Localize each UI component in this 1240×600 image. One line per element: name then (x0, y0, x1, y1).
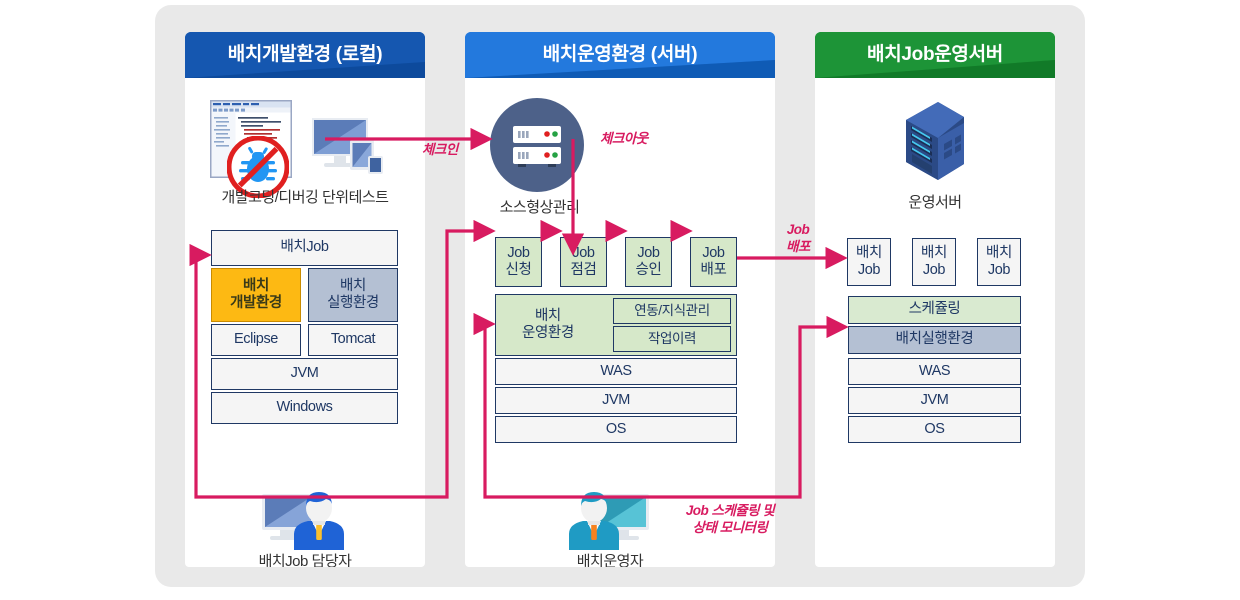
box-job-approve: Job 승인 (625, 237, 672, 287)
box-windows: Windows (211, 392, 398, 424)
panel-local-title: 배치개발환경 (로컬) (227, 44, 383, 65)
source-control-server-icon (490, 98, 584, 192)
box-os-server: OS (495, 416, 737, 443)
box-tomcat: Tomcat (308, 324, 398, 356)
local-icon-caption: 개발코딩/디버깅 단위테스트 (221, 189, 389, 206)
box-batch-dev-env: 배치 개발환경 (211, 268, 301, 322)
label-job-monitoring: Job 스케쥴링 및 상태 모니터링 (685, 503, 775, 535)
server-icon-caption: 소스형상관리 (499, 199, 580, 216)
panel-jobserver-title: 배치Job운영서버 (867, 44, 1003, 65)
diagram-root: 배치개발환경 (로컬) 개발코딩/디버깅 단위테스트 배치Job 배치 개발환경… (0, 0, 1240, 600)
label-job-deploy: Job 배포 (786, 222, 810, 254)
server-tower-icon (898, 100, 972, 184)
panel-server-title: 배치운영환경 (서버) (542, 44, 698, 65)
panel-server: 배치운영환경 (서버) 소스형상관리 Job 신청 Job 점검 Job 승인 … (465, 32, 775, 567)
box-job-deploy: Job 배포 (690, 237, 737, 287)
panel-local-header: 배치개발환경 (로컬) (185, 32, 425, 78)
box-batch-job-1: 배치 Job (847, 238, 891, 286)
server-actor-caption: 배치운영자 (576, 553, 644, 567)
developer-person-icon (260, 488, 350, 550)
box-was-server: WAS (495, 358, 737, 385)
box-jvm-local: JVM (211, 358, 398, 390)
box-batch-run-env-local: 배치 실행환경 (308, 268, 398, 322)
jobserver-icon-caption: 운영서버 (908, 194, 962, 211)
panel-jobserver-header: 배치Job운영서버 (815, 32, 1055, 78)
box-job-request: Job 신청 (495, 237, 542, 287)
box-was-jobserver: WAS (848, 358, 1021, 385)
panel-jobserver-body: 운영서버 배치 Job 배치 Job 배치 Job 스케쥴링 배치실행환경 WA… (815, 78, 1055, 567)
box-work-history: 작업이력 (613, 326, 731, 352)
box-link-knowledge: 연동/지식관리 (613, 298, 731, 324)
box-batch-job-2: 배치 Job (912, 238, 956, 286)
label-checkin: 체크인 (422, 142, 458, 157)
panel-local: 배치개발환경 (로컬) 개발코딩/디버깅 단위테스트 배치Job 배치 개발환경… (185, 32, 425, 567)
box-os-jobserver: OS (848, 416, 1021, 443)
panel-server-header: 배치운영환경 (서버) (465, 32, 775, 78)
operator-person-icon (563, 486, 655, 550)
box-batch-job-3: 배치 Job (977, 238, 1021, 286)
box-jvm-jobserver: JVM (848, 387, 1021, 414)
panel-jobserver: 배치Job운영서버 운영서버 배치 Job 배치 Job 배치 Job 스케쥴링… (815, 32, 1055, 567)
box-batch-run-env-server: 배치실행환경 (848, 326, 1021, 354)
label-checkout: 체크아웃 (600, 131, 648, 146)
box-eclipse: Eclipse (211, 324, 301, 356)
box-jvm-server: JVM (495, 387, 737, 414)
box-job-inspect: Job 점검 (560, 237, 607, 287)
panel-local-body: 개발코딩/디버깅 단위테스트 배치Job 배치 개발환경 배치 실행환경 Ecl… (185, 78, 425, 567)
local-actor-caption: 배치Job 담당자 (258, 553, 352, 567)
panel-server-body: 소스형상관리 Job 신청 Job 점검 Job 승인 Job 배포 배치 운영… (465, 78, 775, 567)
box-scheduling: 스케쥴링 (848, 296, 1021, 324)
box-batch-job-local: 배치Job (211, 230, 398, 266)
desktop-devices-icon (310, 116, 386, 178)
